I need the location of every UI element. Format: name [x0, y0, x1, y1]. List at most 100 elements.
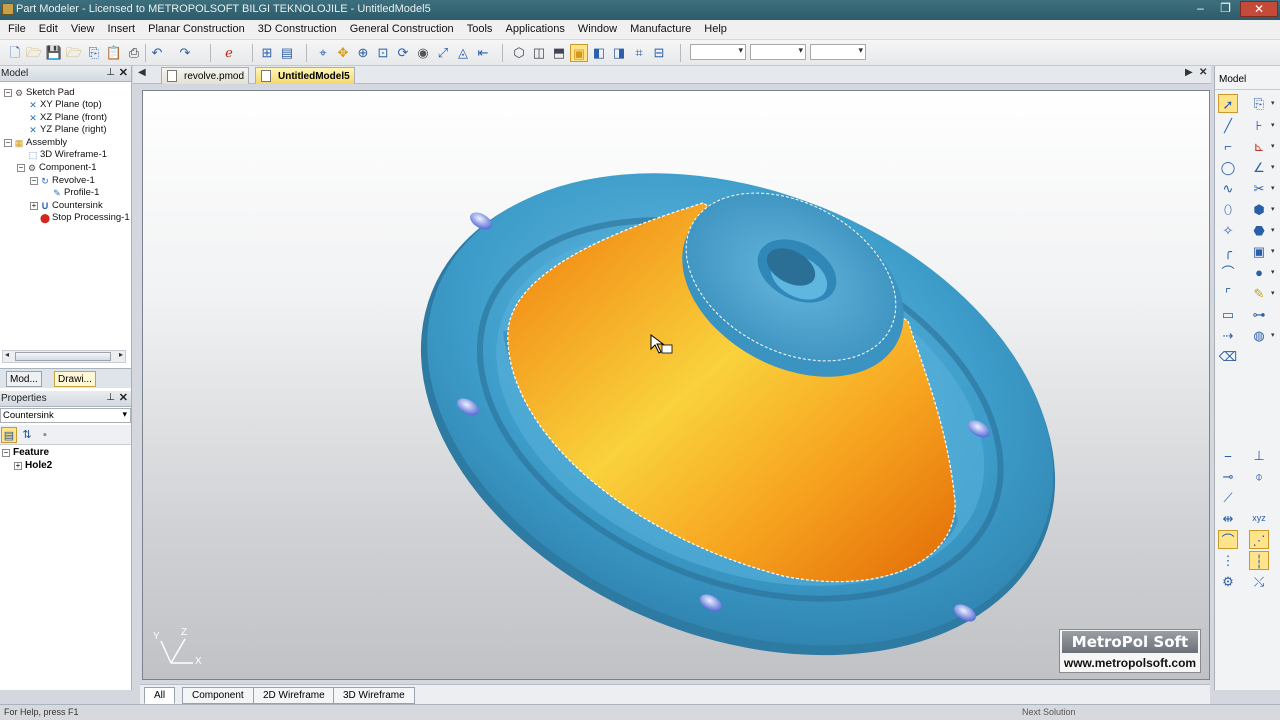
- close-document-icon[interactable]: ✕: [1199, 67, 1207, 78]
- parallel-constraint-icon[interactable]: ⟋: [1218, 488, 1238, 507]
- select-icon[interactable]: ⌖: [314, 44, 332, 62]
- fillet-tool-icon[interactable]: ╭: [1218, 242, 1238, 261]
- tree-item-3d-wireframe[interactable]: ⬚ 3D Wireframe-1: [28, 149, 107, 162]
- scroll-right-icon[interactable]: ▸: [119, 350, 123, 359]
- tab-scroll-left-icon[interactable]: ◀: [138, 67, 146, 78]
- pin-icon[interactable]: ⊥: [106, 392, 115, 403]
- tab-model[interactable]: Mod...: [6, 371, 42, 387]
- corner-tool-icon[interactable]: ⌜: [1218, 284, 1238, 303]
- distance-constraint-icon[interactable]: ⇹: [1218, 509, 1238, 528]
- fit-icon[interactable]: ⤢: [434, 44, 452, 62]
- zoom-icon[interactable]: ⊕: [354, 44, 372, 62]
- save-all-icon[interactable]: 🗁: [65, 44, 83, 62]
- settings-icon[interactable]: ⚙: [1218, 572, 1238, 591]
- collapse-icon[interactable]: −: [4, 89, 12, 97]
- close-window-button[interactable]: ✕: [1240, 1, 1278, 17]
- menu-file[interactable]: File: [3, 20, 31, 40]
- section-view-icon[interactable]: ⊟: [650, 44, 668, 62]
- minimize-button[interactable]: –: [1188, 1, 1213, 17]
- look-at-icon[interactable]: ◬: [454, 44, 472, 62]
- chevron-down-icon[interactable]: ▾: [1271, 179, 1279, 198]
- axis-icon[interactable]: ⤯: [1249, 572, 1269, 591]
- perpendicular-constraint-icon[interactable]: ⊥: [1249, 446, 1269, 465]
- rotate-icon[interactable]: ⟳: [394, 44, 412, 62]
- menu-edit[interactable]: Edit: [34, 20, 63, 40]
- rectangle-tool-icon[interactable]: ▭: [1218, 305, 1238, 324]
- polyline-tool-icon[interactable]: ⌐: [1218, 137, 1238, 156]
- layer-combo[interactable]: [690, 44, 746, 60]
- pan-icon[interactable]: ✥: [334, 44, 352, 62]
- grid-icon[interactable]: ⋮: [1218, 551, 1238, 570]
- maximize-button[interactable]: ❐: [1213, 1, 1238, 17]
- shaded-edges-icon[interactable]: ◧: [590, 44, 608, 62]
- style-combo[interactable]: [810, 44, 866, 60]
- menu-general-construction[interactable]: General Construction: [345, 20, 459, 40]
- collapse-icon[interactable]: −: [4, 139, 12, 147]
- chevron-down-icon[interactable]: ▾: [1271, 116, 1279, 135]
- chevron-down-icon[interactable]: ▾: [1271, 284, 1279, 303]
- tree-item-stop-processing[interactable]: ⬤ Stop Processing-1: [40, 212, 130, 225]
- menu-help[interactable]: Help: [699, 20, 732, 40]
- zoom-window-icon[interactable]: ⊡: [374, 44, 392, 62]
- expand-icon[interactable]: +: [30, 202, 38, 210]
- edit-tool-icon[interactable]: ✎: [1249, 284, 1269, 303]
- menu-3d-construction[interactable]: 3D Construction: [253, 20, 342, 40]
- offset-tool-icon[interactable]: ⇢: [1218, 326, 1238, 345]
- print-icon[interactable]: ⎙: [125, 44, 143, 62]
- dimension-tool-icon[interactable]: ⊦: [1249, 116, 1269, 135]
- horizontal-constraint-icon[interactable]: ⎯: [1218, 446, 1238, 465]
- previous-view-icon[interactable]: ⇤: [474, 44, 492, 62]
- open-folder-icon[interactable]: 🗁: [25, 44, 43, 62]
- chevron-down-icon[interactable]: ▾: [1271, 137, 1279, 156]
- property-group-feature[interactable]: − Feature: [2, 447, 133, 460]
- ellipse-tool-icon[interactable]: ⬯: [1218, 200, 1238, 219]
- tab-drawing[interactable]: Drawi...: [54, 371, 96, 387]
- wireframe-view-icon[interactable]: ⌗: [630, 44, 648, 62]
- redo-icon[interactable]: ↷: [176, 44, 194, 62]
- chevron-down-icon[interactable]: ▾: [1271, 200, 1279, 219]
- iso-view-icon[interactable]: ⬡: [510, 44, 528, 62]
- collapse-icon[interactable]: −: [17, 164, 25, 172]
- orbit-icon[interactable]: ◉: [414, 44, 432, 62]
- tab-revolve-pmod[interactable]: revolve.pmod: [161, 67, 250, 84]
- chevron-down-icon[interactable]: ▾: [1271, 242, 1279, 261]
- menu-view[interactable]: View: [66, 20, 100, 40]
- top-view-icon[interactable]: ⬒: [550, 44, 568, 62]
- copy-icon[interactable]: ⎘: [85, 44, 103, 62]
- hidden-lines-icon[interactable]: ◨: [610, 44, 628, 62]
- angle-tool-icon[interactable]: ∠: [1249, 158, 1269, 177]
- circle-tool-icon[interactable]: ◯: [1218, 158, 1238, 177]
- point-tool-icon[interactable]: ✧: [1218, 221, 1238, 240]
- shaded-view-icon[interactable]: ▣: [570, 44, 588, 62]
- tab-3d-wireframe[interactable]: 3D Wireframe: [333, 687, 415, 704]
- tab-scroll-right-icon[interactable]: ▶: [1185, 67, 1193, 78]
- close-icon[interactable]: ✕: [119, 391, 128, 404]
- coincident-constraint-icon[interactable]: ⊸: [1218, 467, 1238, 486]
- snap-tool-icon[interactable]: ⌒: [1218, 530, 1238, 549]
- select-arrow-icon[interactable]: ➚: [1218, 94, 1238, 113]
- color-combo[interactable]: [750, 44, 806, 60]
- tab-component[interactable]: Component: [182, 687, 254, 704]
- menu-planar-construction[interactable]: Planar Construction: [143, 20, 250, 40]
- menu-applications[interactable]: Applications: [501, 20, 570, 40]
- scrollbar-thumb[interactable]: [15, 352, 111, 361]
- revolve-tool-icon[interactable]: ⬣: [1249, 221, 1269, 240]
- new-file-icon[interactable]: 🗋: [6, 44, 24, 62]
- scroll-left-icon[interactable]: ◂: [5, 350, 9, 359]
- edit-e-icon[interactable]: ℯ: [220, 44, 238, 62]
- trim-tool-icon[interactable]: ✂: [1249, 179, 1269, 198]
- tree-item-component[interactable]: − ⚙ Component-1: [17, 162, 97, 175]
- expand-icon[interactable]: +: [14, 462, 22, 470]
- menu-insert[interactable]: Insert: [103, 20, 141, 40]
- ruler-icon[interactable]: ┆: [1249, 551, 1269, 570]
- tree-horizontal-scrollbar[interactable]: ◂ ▸: [2, 350, 126, 363]
- tree-item-profile[interactable]: ✎ Profile-1: [52, 187, 99, 200]
- chevron-down-icon[interactable]: ▾: [1271, 158, 1279, 177]
- save-icon[interactable]: 💾: [45, 44, 63, 62]
- menu-tools[interactable]: Tools: [462, 20, 498, 40]
- chevron-down-icon[interactable]: ▾: [1271, 326, 1279, 345]
- sort-alpha-icon[interactable]: ⇅: [19, 427, 35, 443]
- tangent-constraint-icon[interactable]: ⌽: [1249, 467, 1269, 486]
- line-tool-icon[interactable]: ╱: [1218, 116, 1238, 135]
- pin-icon[interactable]: ⊥: [106, 67, 115, 78]
